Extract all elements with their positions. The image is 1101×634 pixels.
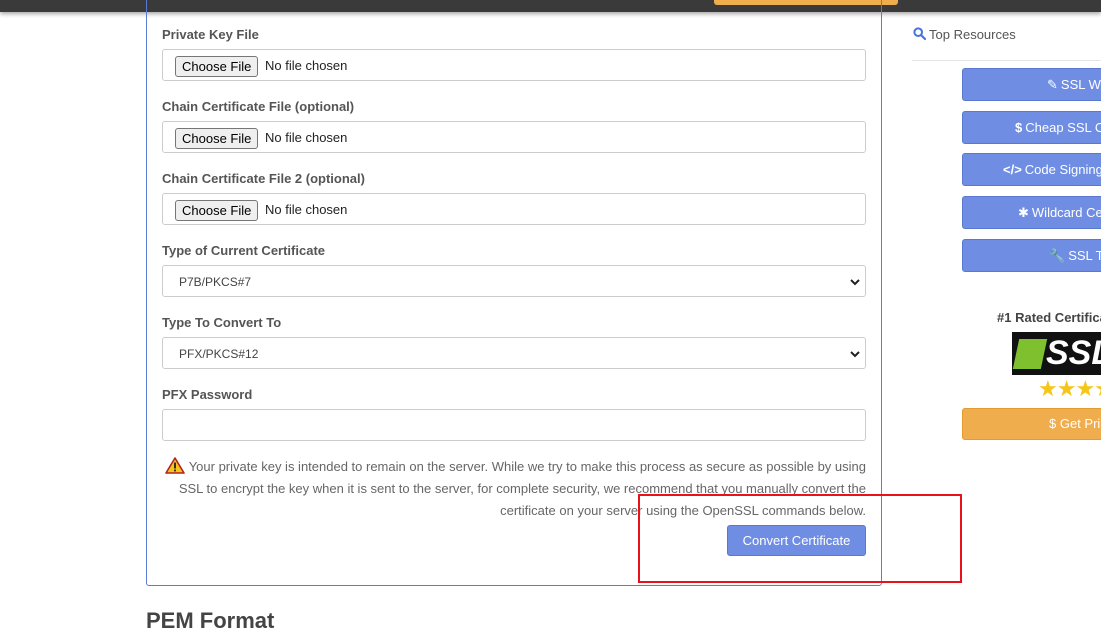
pfx-password-input[interactable] bbox=[162, 409, 866, 441]
convert-to-label: Type To Convert To bbox=[162, 315, 282, 330]
logo-text: SSL bbox=[1046, 334, 1101, 372]
get-pricing-label: Get Pricing bbox=[1059, 416, 1101, 431]
search-icon bbox=[913, 27, 926, 40]
asterisk-icon: ✱ bbox=[1018, 205, 1029, 220]
private-key-choose-button[interactable]: Choose File bbox=[175, 56, 259, 77]
dollar-icon: $ bbox=[1015, 120, 1023, 135]
chain-cert-2-status: No file chosen bbox=[265, 202, 348, 217]
chain-cert-choose-button[interactable]: Choose File bbox=[175, 128, 259, 149]
resource-button-ssl-wizard[interactable]: ✎SSL Wizard bbox=[962, 68, 1101, 101]
private-key-status: No file chosen bbox=[265, 58, 348, 73]
wrench-icon: 🔧 bbox=[1049, 248, 1066, 263]
highlight-annotation-box bbox=[638, 494, 962, 583]
resource-label: Wildcard Certificates bbox=[1031, 205, 1101, 220]
get-pricing-button[interactable]: $ Get Pricing bbox=[962, 408, 1101, 440]
chain-cert-status: No file chosen bbox=[265, 130, 348, 145]
resource-button-cheap-ssl[interactable]: $Cheap SSL Certificates bbox=[962, 111, 1101, 144]
sidebar-divider bbox=[912, 60, 1101, 61]
private-key-file-input[interactable]: Choose File No file chosen bbox=[162, 49, 866, 81]
resource-label: SSL Wizard bbox=[1060, 77, 1101, 92]
dollar-icon: $ bbox=[1049, 416, 1057, 431]
sidebar-title-text: Top Resources bbox=[929, 27, 1016, 42]
chain-cert-2-choose-button[interactable]: Choose File bbox=[175, 200, 259, 221]
resource-button-code-signing[interactable]: </> Code Signing bbox=[962, 153, 1101, 186]
ssl-logo[interactable]: SSL bbox=[1012, 332, 1101, 375]
resource-label: Code Signing bbox=[1024, 162, 1101, 177]
chevron-down-icon bbox=[850, 351, 860, 358]
private-key-label: Private Key File bbox=[162, 27, 259, 42]
rating-stars: ★★★★★ bbox=[1038, 376, 1101, 401]
resource-button-ssl-tools[interactable]: 🔧SSL Tools bbox=[962, 239, 1101, 272]
current-type-label: Type of Current Certificate bbox=[162, 243, 326, 258]
chevron-down-icon bbox=[850, 279, 860, 286]
resource-button-wildcard[interactable]: ✱Wildcard Certificates bbox=[962, 196, 1101, 229]
chain-cert-2-file-input[interactable]: Choose File No file chosen bbox=[162, 193, 866, 225]
magic-wand-icon: ✎ bbox=[1047, 77, 1058, 92]
sidebar-title: Top Resources bbox=[913, 27, 1016, 42]
chain-cert-2-label: Chain Certificate File 2 (optional) bbox=[162, 171, 365, 186]
chain-cert-label: Chain Certificate File (optional) bbox=[162, 99, 355, 114]
rated-label: #1 Rated Certificate bbox=[997, 310, 1101, 325]
current-type-select[interactable]: P7B/PKCS#7 bbox=[162, 265, 866, 297]
warning-icon bbox=[164, 457, 185, 474]
logo-mark-icon bbox=[1012, 339, 1048, 369]
pem-format-heading: PEM Format bbox=[146, 608, 275, 633]
chain-cert-file-input[interactable]: Choose File No file chosen bbox=[162, 121, 866, 153]
convert-to-select[interactable]: PFX/PKCS#12 bbox=[162, 337, 866, 369]
resource-label: SSL Tools bbox=[1068, 248, 1101, 263]
current-type-value: P7B/PKCS#7 bbox=[179, 275, 252, 289]
convert-to-value: PFX/PKCS#12 bbox=[179, 347, 259, 361]
code-icon: </> bbox=[1003, 162, 1022, 177]
pfx-password-label: PFX Password bbox=[162, 387, 253, 402]
resource-label: Cheap SSL Certificates bbox=[1025, 120, 1101, 135]
